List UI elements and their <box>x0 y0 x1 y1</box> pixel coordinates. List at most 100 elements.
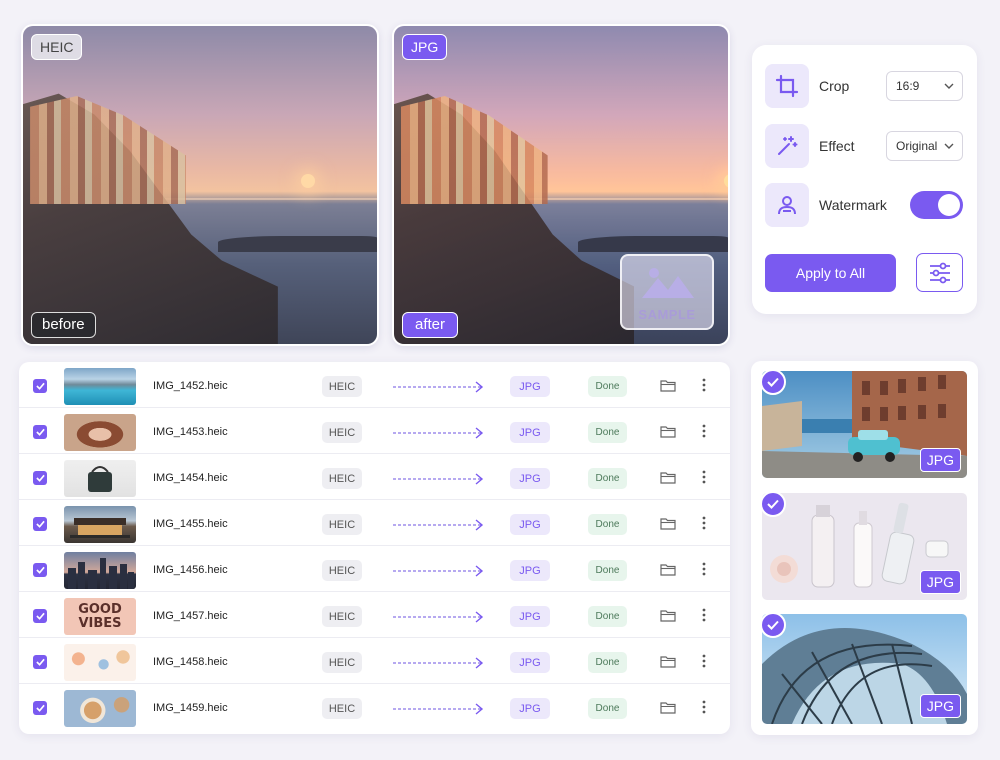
file-row[interactable]: IMG_1454.heic HEIC JPG Done <box>19 454 730 500</box>
folder-icon[interactable] <box>660 563 676 576</box>
file-checkbox[interactable] <box>33 609 47 623</box>
more-options-icon[interactable] <box>702 562 706 576</box>
file-row[interactable]: IMG_1455.heic HEIC JPG Done <box>19 500 730 546</box>
gallery-item[interactable]: JPG <box>762 371 967 478</box>
crop-ratio-value: 16:9 <box>896 79 920 93</box>
user-stamp-icon <box>765 183 809 227</box>
more-options-icon[interactable] <box>702 516 706 530</box>
watermark-toggle[interactable] <box>910 191 963 219</box>
file-row[interactable]: GOOD VIBES IMG_1457.heic HEIC JPG Done <box>19 592 730 638</box>
file-row[interactable]: IMG_1458.heic HEIC JPG Done <box>19 638 730 684</box>
effect-setting: Effect Original <box>765 124 963 168</box>
arrow-right-icon <box>393 427 484 439</box>
file-name: IMG_1456.heic <box>153 564 228 576</box>
after-preview: JPG after SAMPLE <box>392 24 730 346</box>
status-badge: Done <box>588 468 627 489</box>
source-format-pill: HEIC <box>322 560 362 581</box>
before-photo <box>23 26 377 344</box>
settings-panel: Crop 16:9 Effect Original Watermark Appl… <box>752 45 977 314</box>
gallery-format-badge: JPG <box>919 694 961 718</box>
gallery-checkmark[interactable] <box>760 491 786 517</box>
check-icon <box>767 499 779 509</box>
folder-icon[interactable] <box>660 655 676 668</box>
check-icon <box>767 620 779 630</box>
target-format-pill: JPG <box>510 698 550 719</box>
arrow-right-icon <box>393 703 484 715</box>
folder-icon[interactable] <box>660 379 676 392</box>
gallery-item[interactable]: JPG <box>762 614 967 724</box>
source-format-pill: HEIC <box>322 606 362 627</box>
more-options-icon[interactable] <box>702 700 706 714</box>
thumb-text: GOOD VIBES <box>64 598 136 635</box>
crop-label: Crop <box>819 78 850 94</box>
advanced-settings-button[interactable] <box>916 253 963 292</box>
check-icon <box>35 520 45 528</box>
apply-to-all-button[interactable]: Apply to All <box>765 254 896 292</box>
arrow-right-icon <box>393 657 484 669</box>
file-checkbox[interactable] <box>33 517 47 531</box>
gallery-checkmark[interactable] <box>760 612 786 638</box>
status-badge: Done <box>588 606 627 627</box>
check-icon <box>35 612 45 620</box>
file-checkbox[interactable] <box>33 425 47 439</box>
target-format-pill: JPG <box>510 560 550 581</box>
status-badge: Done <box>588 560 627 581</box>
folder-icon[interactable] <box>660 425 676 438</box>
source-format-pill: HEIC <box>322 514 362 535</box>
thumb-text-line: VIBES <box>78 615 122 631</box>
gallery-checkmark[interactable] <box>760 369 786 395</box>
converted-gallery: JPG JPG JPG <box>751 361 978 735</box>
sliders-icon <box>929 262 950 283</box>
target-format-pill: JPG <box>510 468 550 489</box>
source-format-pill: HEIC <box>322 468 362 489</box>
file-checkbox[interactable] <box>33 563 47 577</box>
toggle-knob <box>938 194 960 216</box>
watermark-sample: SAMPLE <box>620 254 714 330</box>
folder-icon[interactable] <box>660 471 676 484</box>
folder-icon[interactable] <box>660 517 676 530</box>
file-checkbox[interactable] <box>33 701 47 715</box>
file-checkbox[interactable] <box>33 471 47 485</box>
check-icon <box>35 658 45 666</box>
watermark-setting: Watermark <box>765 183 963 227</box>
file-row[interactable]: IMG_1453.heic HEIC JPG Done <box>19 408 730 454</box>
folder-icon[interactable] <box>660 609 676 622</box>
more-options-icon[interactable] <box>702 470 706 484</box>
target-format-pill: JPG <box>510 652 550 673</box>
status-badge: Done <box>588 376 627 397</box>
file-name: IMG_1454.heic <box>153 472 228 484</box>
gallery-item[interactable]: JPG <box>762 493 967 600</box>
more-options-icon[interactable] <box>702 608 706 622</box>
folder-icon[interactable] <box>660 701 676 714</box>
file-name: IMG_1458.heic <box>153 656 228 668</box>
file-name: IMG_1452.heic <box>153 380 228 392</box>
crop-ratio-select[interactable]: 16:9 <box>886 71 963 101</box>
file-row[interactable]: IMG_1456.heic HEIC JPG Done <box>19 546 730 592</box>
file-thumbnail <box>64 368 136 405</box>
more-options-icon[interactable] <box>702 424 706 438</box>
file-thumbnail <box>64 414 136 451</box>
file-name: IMG_1453.heic <box>153 426 228 438</box>
file-thumbnail <box>64 460 136 497</box>
file-row[interactable]: IMG_1452.heic HEIC JPG Done <box>19 362 730 408</box>
source-format-pill: HEIC <box>322 376 362 397</box>
check-icon <box>35 474 45 482</box>
more-options-icon[interactable] <box>702 378 706 392</box>
source-format-pill: HEIC <box>322 422 362 443</box>
gallery-format-badge: JPG <box>919 570 961 594</box>
effect-select[interactable]: Original <box>886 131 963 161</box>
effect-label: Effect <box>819 138 855 154</box>
file-thumbnail: GOOD VIBES <box>64 598 136 635</box>
file-checkbox[interactable] <box>33 379 47 393</box>
gallery-format-badge: JPG <box>919 448 961 472</box>
file-thumbnail <box>64 690 136 727</box>
thumb-text-line: GOOD <box>78 601 122 617</box>
file-thumbnail <box>64 552 136 589</box>
chevron-down-icon <box>944 143 954 149</box>
more-options-icon[interactable] <box>702 654 706 668</box>
file-checkbox[interactable] <box>33 655 47 669</box>
arrow-right-icon <box>393 611 484 623</box>
status-badge: Done <box>588 514 627 535</box>
file-row[interactable]: IMG_1459.heic HEIC JPG Done <box>19 684 730 730</box>
target-format-pill: JPG <box>510 376 550 397</box>
